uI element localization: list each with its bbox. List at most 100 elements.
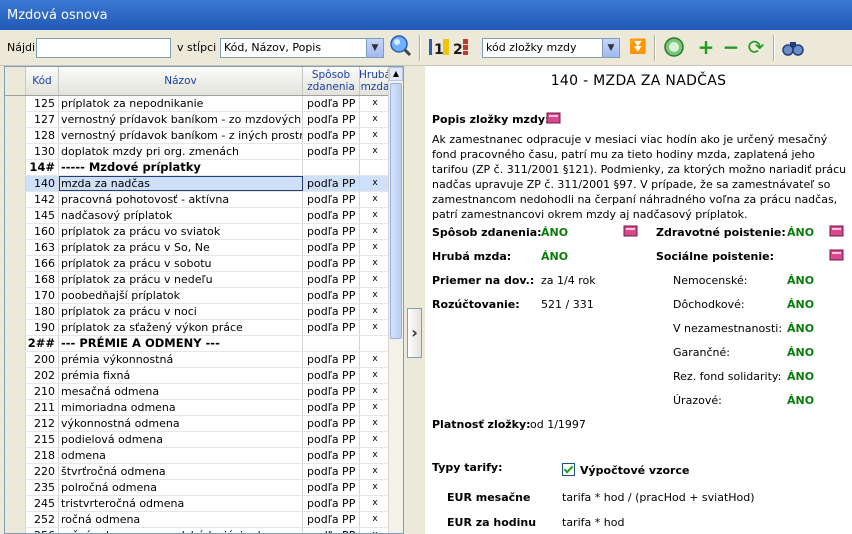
cell-sposob[interactable]: podľa PP: [303, 272, 360, 287]
cell-code[interactable]: 166: [26, 256, 59, 271]
cell-sposob[interactable]: podľa PP: [303, 432, 360, 447]
cell-hruba[interactable]: x: [360, 528, 391, 533]
cell-hruba[interactable]: x: [360, 464, 391, 479]
col-header-code[interactable]: Kód: [26, 67, 59, 95]
cell-hruba[interactable]: x: [360, 272, 391, 287]
book-icon[interactable]: [828, 248, 846, 262]
table-row[interactable]: 180 príplatok za prácu v noci podľa PP x: [5, 304, 391, 320]
row-indicator[interactable]: [5, 128, 26, 143]
cell-sposob[interactable]: podľa PP: [303, 112, 360, 127]
cell-name[interactable]: vernostný prídavok baníkom - zo mzdových…: [59, 112, 303, 127]
cell-code[interactable]: 180: [26, 304, 59, 319]
chevron-right-icon[interactable]: ›: [407, 308, 422, 358]
table-row[interactable]: 170 poobedňajší príplatok podľa PP x: [5, 288, 391, 304]
cell-sposob[interactable]: podľa PP: [303, 368, 360, 383]
cell-sposob[interactable]: podľa PP: [303, 208, 360, 223]
columns-select[interactable]: Kód, Názov, Popis ▼: [220, 38, 384, 58]
row-indicator[interactable]: [5, 256, 26, 271]
row-indicator[interactable]: [5, 96, 26, 111]
cell-sposob[interactable]: podľa PP: [303, 400, 360, 415]
cell-code[interactable]: 127: [26, 112, 59, 127]
table-row[interactable]: 145 nadčasový príplatok podľa PP x: [5, 208, 391, 224]
remove-icon[interactable]: −: [719, 35, 743, 59]
cell-code[interactable]: 215: [26, 432, 59, 447]
cell-code[interactable]: 142: [26, 192, 59, 207]
table-row[interactable]: 168 príplatok za prácu v nedeľu podľa PP x: [5, 272, 391, 288]
table-row[interactable]: 202 prémia fixná podľa PP x: [5, 368, 391, 384]
checkbox-icon[interactable]: [562, 463, 575, 476]
cell-name[interactable]: štvrťročná odmena: [59, 464, 303, 479]
cell-sposob[interactable]: podľa PP: [303, 480, 360, 495]
row-indicator[interactable]: [5, 352, 26, 367]
cell-code[interactable]: 125: [26, 96, 59, 111]
cell-code[interactable]: 212: [26, 416, 59, 431]
table-row[interactable]: 215 podielová odmena podľa PP x: [5, 432, 391, 448]
cell-name[interactable]: príplatok za prácu v sobotu: [59, 256, 303, 271]
cell-name[interactable]: poobedňajší príplatok: [59, 288, 303, 303]
cell-name[interactable]: pracovná pohotovosť - aktívna: [59, 192, 303, 207]
cell-sposob[interactable]: podľa PP: [303, 528, 360, 533]
cell-name[interactable]: mzda za nadčas: [59, 176, 303, 191]
cell-sposob[interactable]: podľa PP: [303, 176, 360, 191]
table-row[interactable]: 128 vernostný prídavok baníkom - z iných …: [5, 128, 391, 144]
cell-hruba[interactable]: [360, 336, 391, 351]
cell-sposob[interactable]: podľa PP: [303, 224, 360, 239]
row-indicator[interactable]: [5, 224, 26, 239]
table-row[interactable]: 166 príplatok za prácu v sobotu podľa PP x: [5, 256, 391, 272]
splitter[interactable]: ›: [405, 66, 424, 534]
cell-sposob[interactable]: podľa PP: [303, 496, 360, 511]
cell-hruba[interactable]: x: [360, 256, 391, 271]
cell-hruba[interactable]: x: [360, 448, 391, 463]
table-row[interactable]: 2## --- PRÉMIE A ODMENY ---: [5, 336, 391, 352]
col-header-name[interactable]: Názov: [59, 67, 303, 95]
cell-sposob[interactable]: [303, 336, 360, 351]
cell-code[interactable]: 14#: [26, 160, 59, 175]
row-indicator[interactable]: [5, 448, 26, 463]
cell-code[interactable]: 168: [26, 272, 59, 287]
cell-sposob[interactable]: podľa PP: [303, 464, 360, 479]
cell-code[interactable]: 160: [26, 224, 59, 239]
table-row[interactable]: 14# ----- Mzdové príplatky: [5, 160, 391, 176]
row-indicator[interactable]: [5, 432, 26, 447]
row-indicator[interactable]: [5, 304, 26, 319]
cell-name[interactable]: ----- Mzdové príplatky: [59, 160, 303, 175]
table-row[interactable]: 160 príplatok za prácu vo sviatok podľa PP…: [5, 224, 391, 240]
table-row[interactable]: 140 mzda za nadčas podľa PP x: [5, 176, 391, 192]
cell-hruba[interactable]: x: [360, 144, 391, 159]
cell-hruba[interactable]: x: [360, 96, 391, 111]
row-indicator[interactable]: [5, 176, 26, 191]
cell-hruba[interactable]: x: [360, 432, 391, 447]
row-indicator[interactable]: [5, 336, 26, 351]
cell-name[interactable]: polročná odmena: [59, 480, 303, 495]
cell-sposob[interactable]: podľa PP: [303, 320, 360, 335]
cell-hruba[interactable]: x: [360, 240, 391, 255]
cell-name[interactable]: vernostný prídavok baníkom - z iných pro…: [59, 128, 303, 143]
cell-hruba[interactable]: x: [360, 208, 391, 223]
table-row[interactable]: 235 polročná odmena podľa PP x: [5, 480, 391, 496]
book-icon[interactable]: [545, 111, 563, 125]
row-indicator[interactable]: [5, 288, 26, 303]
cell-sposob[interactable]: [303, 160, 360, 175]
cell-name[interactable]: podielová odmena: [59, 432, 303, 447]
chevron-down-icon[interactable]: ▼: [366, 39, 383, 57]
cell-code[interactable]: 2##: [26, 336, 59, 351]
cell-hruba[interactable]: x: [360, 304, 391, 319]
cell-hruba[interactable]: x: [360, 384, 391, 399]
cell-code[interactable]: 128: [26, 128, 59, 143]
cell-code[interactable]: 202: [26, 368, 59, 383]
cell-sposob[interactable]: podľa PP: [303, 192, 360, 207]
cell-code[interactable]: 220: [26, 464, 59, 479]
cell-sposob[interactable]: podľa PP: [303, 288, 360, 303]
cell-code[interactable]: 140: [26, 176, 59, 191]
cell-name[interactable]: nadčasový príplatok: [59, 208, 303, 223]
cell-name[interactable]: príplatok za nepodnikanie: [59, 96, 303, 111]
vypoct-checkbox[interactable]: Výpočtové vzorce: [562, 463, 689, 477]
cell-code[interactable]: 210: [26, 384, 59, 399]
cell-hruba[interactable]: x: [360, 192, 391, 207]
row-indicator[interactable]: [5, 528, 26, 533]
cell-code[interactable]: 170: [26, 288, 59, 303]
row-indicator[interactable]: [5, 416, 26, 431]
row-indicator[interactable]: [5, 112, 26, 127]
cell-code[interactable]: 130: [26, 144, 59, 159]
col-header-hruba[interactable]: Hrubá mzda: [359, 67, 391, 95]
